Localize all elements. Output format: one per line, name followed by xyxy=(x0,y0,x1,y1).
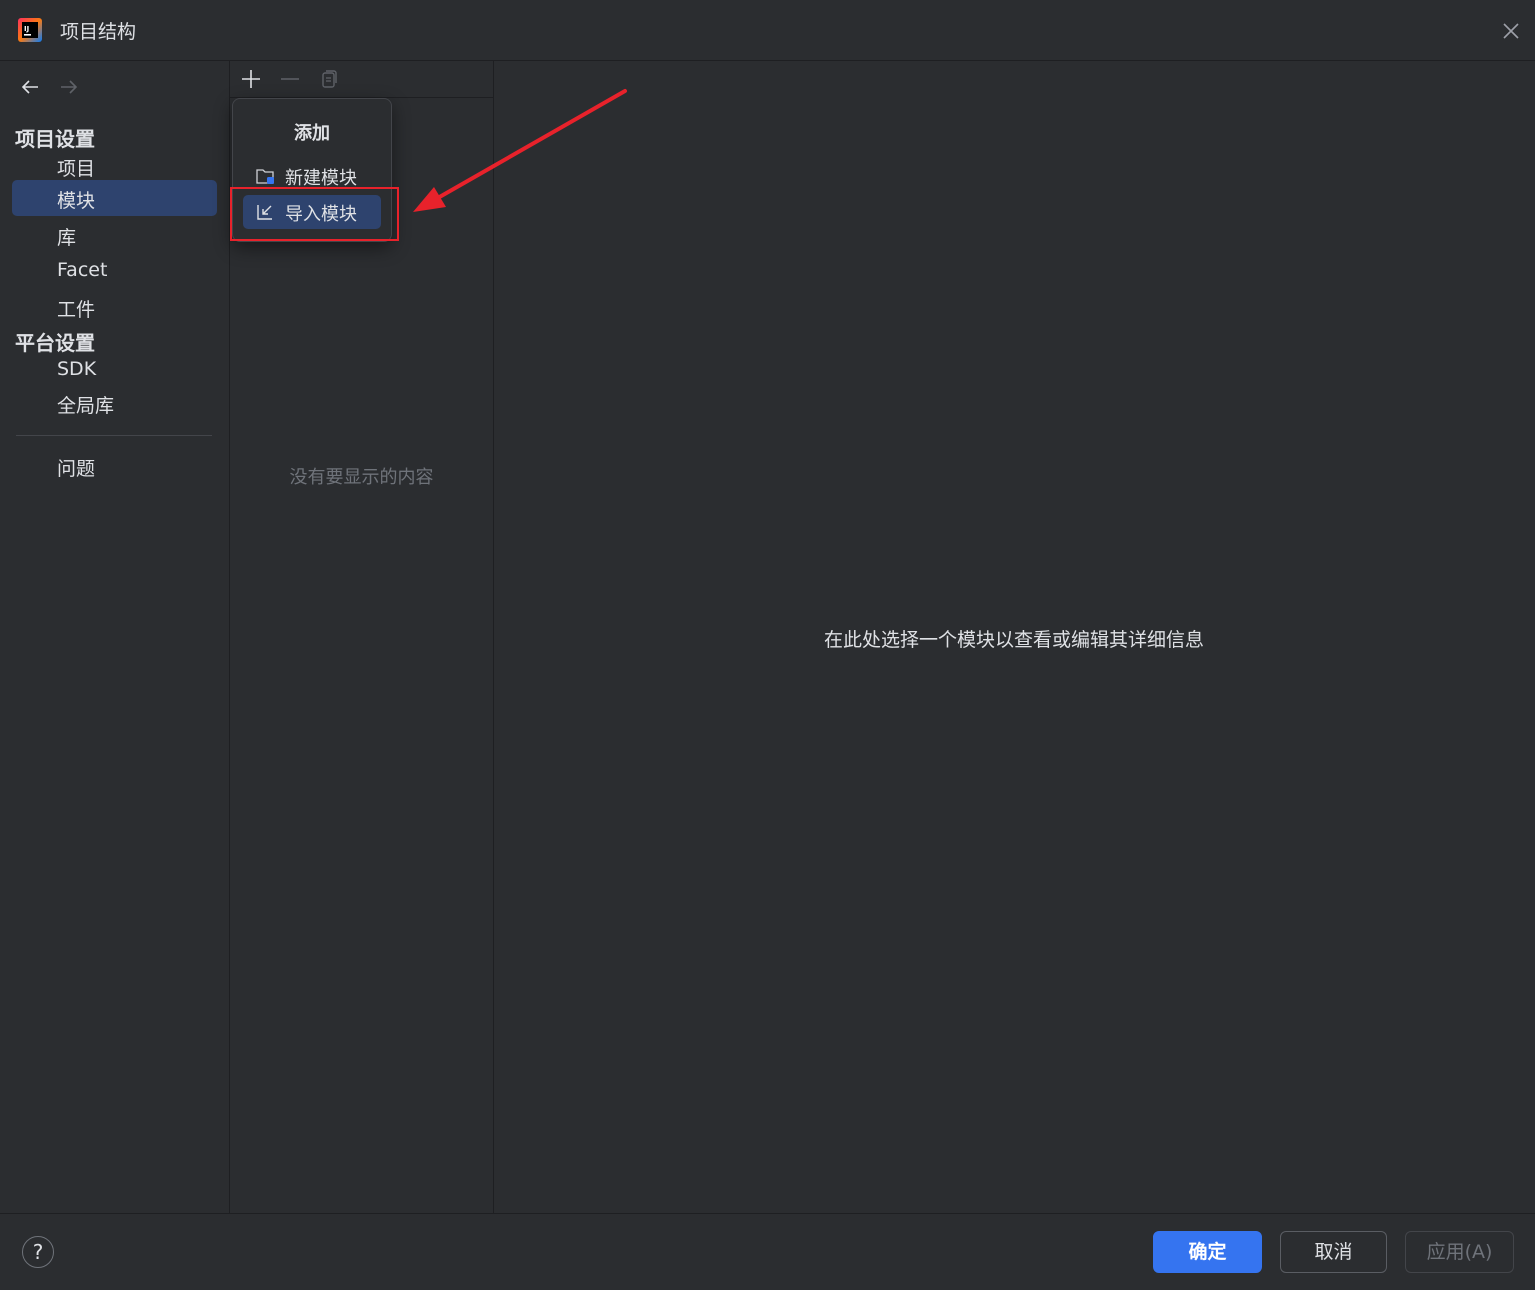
sidebar-item-label: 问题 xyxy=(57,458,96,480)
help-button[interactable]: ? xyxy=(22,1236,54,1268)
forward-arrow-icon[interactable] xyxy=(57,75,81,99)
sidebar-item-artifacts[interactable]: 工件 xyxy=(12,289,217,325)
close-icon[interactable] xyxy=(1498,18,1524,44)
sidebar-divider xyxy=(16,435,212,436)
apply-button[interactable]: 应用(A) xyxy=(1405,1231,1514,1273)
back-arrow-icon[interactable] xyxy=(18,75,42,99)
empty-list-text: 没有要显示的内容 xyxy=(289,467,434,488)
minus-icon[interactable] xyxy=(278,67,302,91)
sidebar-item-libraries[interactable]: 库 xyxy=(12,217,217,253)
settings-sidebar: 项目设置 项目 模块 库 Facet 工件 平台设置 SDK 全局库 问题 xyxy=(0,61,229,1213)
ok-button[interactable]: 确定 xyxy=(1153,1231,1262,1273)
svg-text:IJ: IJ xyxy=(24,25,29,33)
sidebar-item-global-libraries[interactable]: 全局库 xyxy=(12,385,217,421)
sidebar-item-label: 库 xyxy=(57,227,77,249)
sidebar-item-label: 模块 xyxy=(57,190,96,212)
sidebar-item-problems[interactable]: 问题 xyxy=(12,448,217,484)
sidebar-item-project[interactable]: 项目 xyxy=(12,148,217,184)
module-toolbar xyxy=(230,61,493,98)
sidebar-item-facets[interactable]: Facet xyxy=(12,253,217,289)
detail-hint-text: 在此处选择一个模块以查看或编辑其详细信息 xyxy=(823,629,1204,651)
intellij-logo-icon: IJ xyxy=(18,18,42,42)
title-bar: IJ 项目结构 xyxy=(0,0,1535,61)
copy-icon[interactable] xyxy=(317,67,341,91)
sidebar-item-label: SDK xyxy=(57,358,97,380)
dialog-footer: ? 确定 取消 应用(A) xyxy=(0,1213,1535,1290)
module-detail-pane: 在此处选择一个模块以查看或编辑其详细信息 xyxy=(493,61,1535,1213)
plus-icon[interactable] xyxy=(239,67,263,91)
cancel-button[interactable]: 取消 xyxy=(1280,1231,1387,1273)
sidebar-item-modules[interactable]: 模块 xyxy=(12,180,217,216)
sidebar-item-label: 项目 xyxy=(57,158,96,180)
sidebar-item-label: Facet xyxy=(57,259,108,281)
sidebar-item-label: 全局库 xyxy=(57,395,115,417)
folder-module-icon xyxy=(256,169,274,184)
sidebar-item-label: 工件 xyxy=(57,299,96,321)
sidebar-item-sdk[interactable]: SDK xyxy=(12,352,217,388)
window-title: 项目结构 xyxy=(60,21,137,43)
annotation-highlight-box xyxy=(230,187,399,241)
popup-title: 添加 xyxy=(294,123,330,144)
